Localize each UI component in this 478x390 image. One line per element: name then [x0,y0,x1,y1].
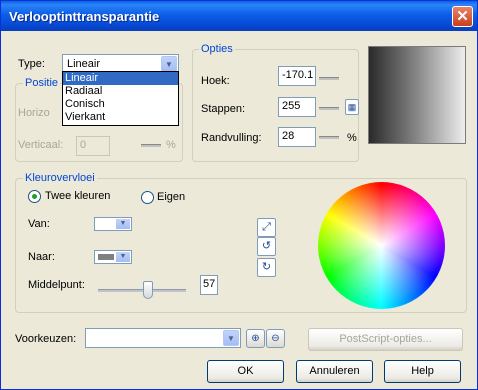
eigen-label[interactable]: Eigen [157,191,185,203]
type-option-conisch[interactable]: Conisch [63,98,178,111]
naar-color-swatch [98,254,114,260]
van-color-swatch [98,221,114,227]
gradient-preview [368,46,466,144]
chevron-down-icon: ▼ [116,219,130,229]
type-select-value: Lineair [67,58,101,70]
dialog-window: Verlooptinttransparantie ✕ Type: Lineair… [0,0,478,390]
postscript-options-button[interactable]: PostScript-opties... [308,328,463,351]
randvulling-field[interactable]: 28 [278,127,316,147]
close-button[interactable]: ✕ [452,6,473,27]
title-bar: Verlooptinttransparantie ✕ [1,1,477,31]
verticaal-field[interactable]: 0 [76,136,110,156]
middelpunt-label: Middelpunt: [28,279,85,291]
rotate-cw-icon[interactable]: ↻ [257,258,276,277]
hoek-slider[interactable] [319,77,339,80]
voorkeuzen-select[interactable]: ▼ [85,328,241,348]
positie-group-title: Positie [23,77,61,89]
stappen-label: Stappen: [201,103,246,115]
van-color-button[interactable]: ▼ [94,217,132,231]
opties-group-title: Opties [199,43,235,55]
minus-icon[interactable]: ⊖ [266,329,285,348]
color-wheel[interactable] [318,182,445,309]
stappen-field[interactable]: 255 [278,97,316,117]
rotate-ccw-icon[interactable]: ↺ [257,237,276,256]
calculator-icon[interactable]: ▦ [345,99,359,115]
twee-kleuren-radio[interactable] [28,190,41,203]
hoek-field[interactable]: -170.1 [278,66,316,86]
middelpunt-slider-thumb[interactable] [143,281,154,299]
type-option-radiaal[interactable]: Radiaal [63,85,178,98]
middelpunt-field[interactable]: 57 [200,275,218,295]
eigen-radio[interactable] [141,191,154,204]
chevron-down-icon: ▼ [116,252,130,262]
annuleren-button[interactable]: Annuleren [296,360,373,383]
naar-label: Naar: [28,251,55,263]
type-option-vierkant[interactable]: Vierkant [63,111,178,124]
middelpunt-slider-track[interactable] [98,289,186,292]
diagonal-arrow-icon[interactable]: ⤢ [257,218,276,237]
verticaal-unit: % [166,139,176,151]
kleurovervloei-group-title: Kleurovervloei [23,172,97,184]
twee-kleuren-label[interactable]: Twee kleuren [45,190,110,202]
window-title: Verlooptinttransparantie [9,9,160,24]
randvulling-label: Randvulling: [201,132,262,144]
verticaal-label: Verticaal: [18,139,64,151]
type-label: Type: [18,58,45,70]
stappen-slider[interactable] [319,107,339,110]
type-dropdown-list: Lineair Radiaal Conisch Vierkant [62,71,179,126]
type-option-lineair[interactable]: Lineair [63,72,178,85]
randvulling-slider[interactable] [319,136,339,139]
help-button[interactable]: Help [384,360,461,383]
verticaal-slider[interactable] [141,144,161,147]
plus-icon[interactable]: ⊕ [246,329,265,348]
van-label: Van: [28,218,50,230]
ok-button[interactable]: OK [207,360,284,383]
chevron-down-icon[interactable]: ▼ [223,330,239,346]
hoek-label: Hoek: [201,75,230,87]
naar-color-button[interactable]: ▼ [94,250,132,264]
randvulling-unit: % [347,132,357,144]
horizontaal-label: Horizo [18,107,50,119]
close-icon: ✕ [456,8,469,25]
voorkeuzen-label: Voorkeuzen: [15,333,77,345]
chevron-down-icon[interactable]: ▼ [161,56,177,72]
